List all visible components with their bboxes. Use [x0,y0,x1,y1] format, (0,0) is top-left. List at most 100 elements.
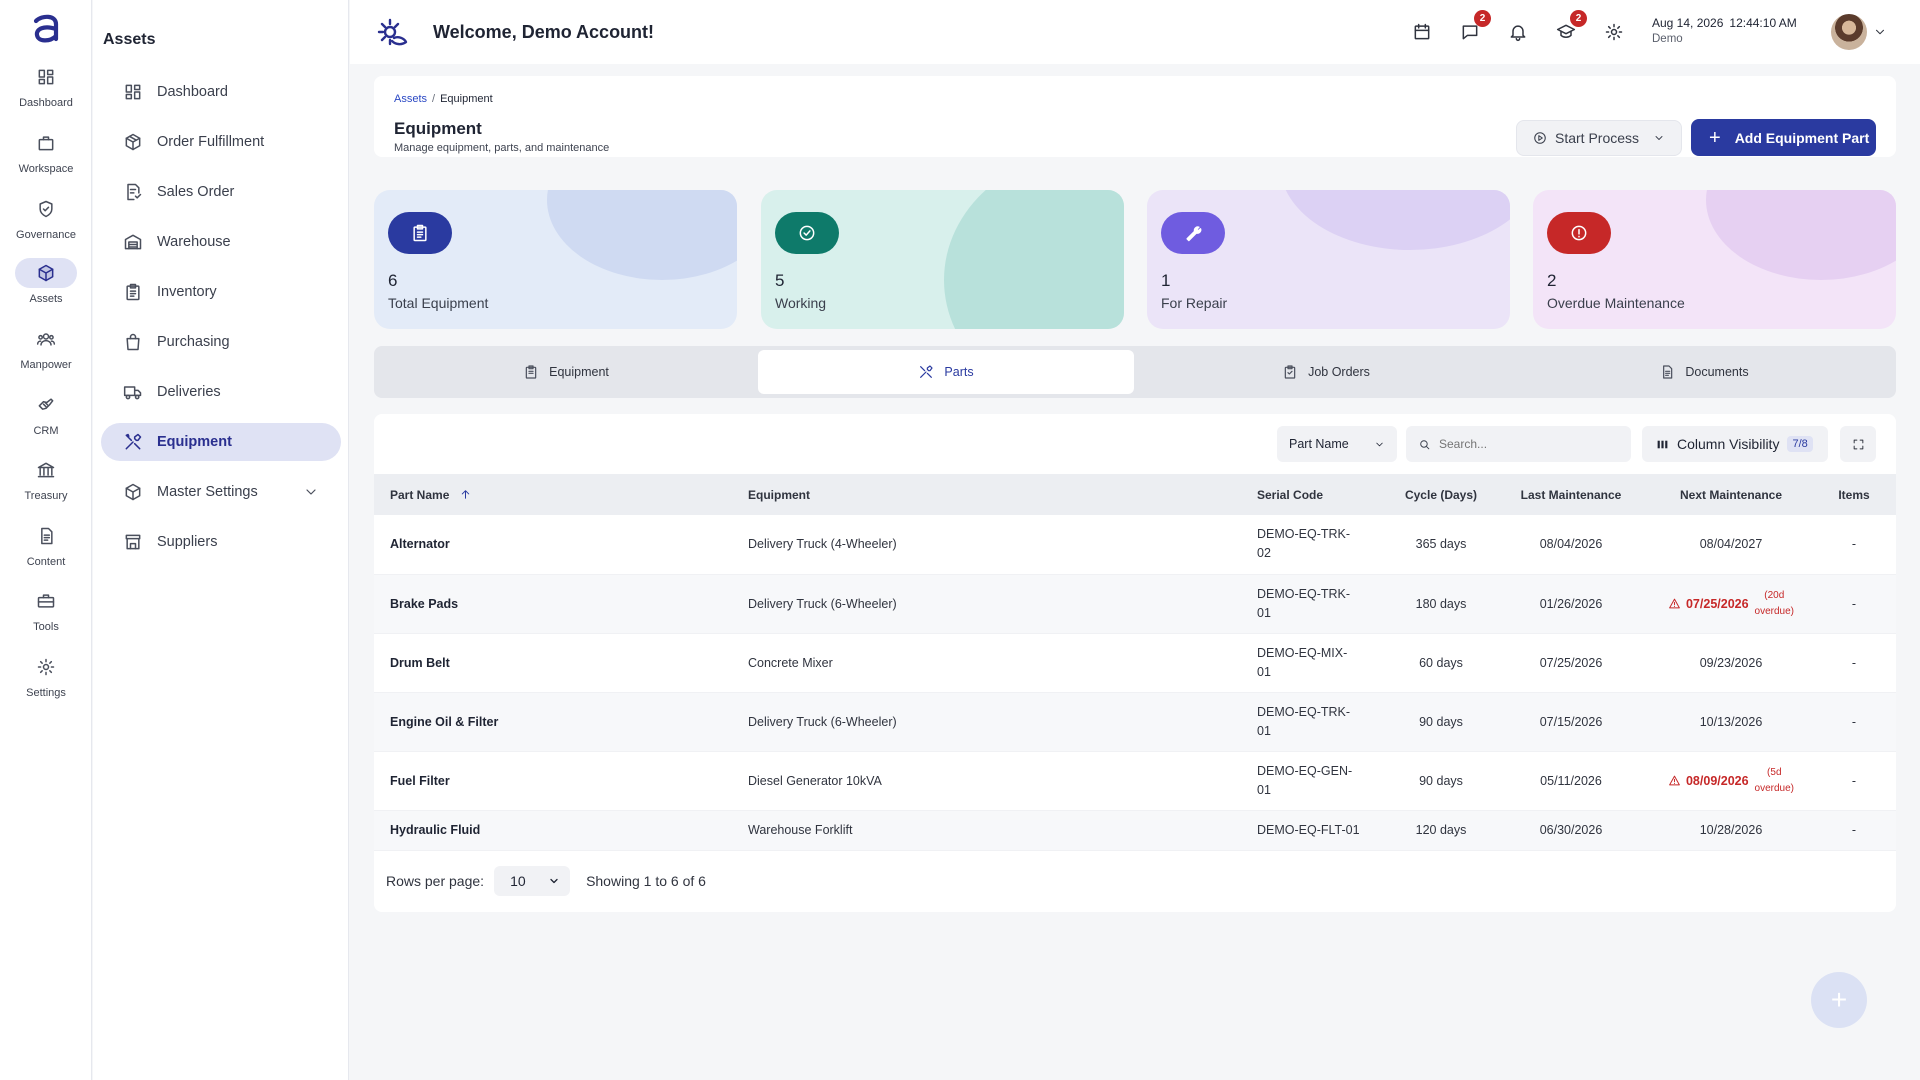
sidebar-item-label: Equipment [157,434,232,450]
fullscreen-button[interactable] [1840,426,1876,462]
breadcrumb-link-assets[interactable]: Assets [394,93,427,105]
bank-icon [37,462,55,478]
table-row[interactable]: Brake Pads Delivery Truck (6-Wheeler) DE… [374,574,1896,633]
cell-cycle: 180 days [1415,596,1467,611]
floating-add-button[interactable]: + [1811,972,1867,1028]
cell-next-maintenance: 09/23/2026 [1699,655,1763,670]
column-visibility-button[interactable]: Column Visibility 7/8 [1642,426,1828,462]
warning-triangle-icon [1669,775,1680,786]
rail-item-label: Manpower [20,359,72,371]
sidebar-item-label: Dashboard [157,84,228,100]
current-datetime: Aug 14, 2026 12:44:10 AM Demo [1652,16,1797,45]
stat-card-overdue-maintenance: 2 Overdue Maintenance [1533,190,1896,329]
page-subtitle: Manage equipment, parts, and maintenance [394,142,610,154]
rail-item-label: CRM [33,425,59,437]
sidebar-item-suppliers[interactable]: Suppliers [101,523,341,561]
column-header-next-maintenance[interactable]: Next Maintenance [1650,474,1812,515]
column-header-items[interactable]: Items [1812,474,1896,515]
rail-item-crm[interactable]: CRM [0,390,92,450]
sidebar-item-equipment[interactable]: Equipment [101,423,341,461]
cell-cycle: 90 days [1419,773,1463,788]
column-header-equipment[interactable]: Equipment [748,474,1257,515]
people-icon [36,333,56,346]
cell-equipment: Warehouse Forklift [748,823,853,837]
tab-equipment[interactable]: Equipment [378,350,754,394]
wrench-icon [1161,212,1225,254]
filter-field-select[interactable]: Part Name [1277,426,1397,462]
rail-item-governance[interactable]: Governance [0,194,92,254]
filter-field-value: Part Name [1289,437,1349,451]
cell-part-name: Drum Belt [390,655,450,670]
column-visibility-label: Column Visibility [1677,436,1780,452]
settings-button[interactable] [1602,20,1626,44]
overdue-note: (20d overdue) [1754,589,1795,617]
sidebar-item-order-fulfillment[interactable]: Order Fulfillment [101,123,341,161]
sidebar-item-label: Suppliers [157,534,218,550]
tab-documents[interactable]: Documents [1516,350,1892,394]
stat-value: 5 [775,271,785,290]
rail-item-manpower[interactable]: Manpower [0,324,92,384]
table-row[interactable]: Engine Oil & Filter Delivery Truck (6-Wh… [374,692,1896,751]
warning-triangle-icon [1669,598,1680,609]
expand-icon [1853,439,1863,449]
column-header-last-maintenance[interactable]: Last Maintenance [1492,474,1650,515]
column-header-serial-code[interactable]: Serial Code [1257,474,1390,515]
search-input[interactable] [1439,437,1619,451]
app-logo-icon[interactable] [28,12,64,48]
cell-last-maintenance: 07/25/2026 [1539,655,1603,670]
stat-label: For Repair [1161,295,1228,311]
rail-item-label: Workspace [18,163,74,175]
breadcrumb-current: Equipment [440,93,493,105]
calendar-button[interactable] [1410,20,1434,44]
column-header-cycle[interactable]: Cycle (Days) [1390,474,1492,515]
cell-cycle: 90 days [1419,714,1463,729]
rail-item-treasury[interactable]: Treasury [0,455,92,515]
sidebar-item-inventory[interactable]: Inventory [101,273,341,311]
current-date: Aug 14, 2026 [1652,16,1724,30]
tab-parts[interactable]: Parts [758,350,1134,394]
rail-item-tools[interactable]: Tools [0,586,92,646]
table-row[interactable]: Fuel Filter Diesel Generator 10kVA DEMO-… [374,751,1896,810]
cell-next-maintenance: 07/25/2026 (20d overdue) [1650,574,1812,633]
stat-value: 1 [1161,271,1171,290]
start-process-button[interactable]: Start Process [1516,120,1682,156]
rail-item-assets[interactable]: Assets [0,258,92,318]
sidebar-item-deliveries[interactable]: Deliveries [101,373,341,411]
notifications-button[interactable] [1506,20,1530,44]
rail-item-content[interactable]: Content [0,521,92,581]
table-row[interactable]: Alternator Delivery Truck (4-Wheeler) DE… [374,515,1896,574]
messages-button[interactable]: 2 [1458,10,1491,44]
table-row[interactable]: Drum Belt Concrete Mixer DEMO-EQ-MIX- 01 … [374,633,1896,692]
sidebar-item-dashboard[interactable]: Dashboard [101,73,341,111]
breadcrumb-separator: / [432,93,436,105]
column-header-part-name[interactable]: Part Name [374,474,748,515]
alert-circle-icon [1547,212,1611,254]
tab-job-orders[interactable]: Job Orders [1138,350,1514,394]
truck-icon [123,386,142,400]
page-title: Equipment [394,119,482,138]
tools-icon [125,433,142,450]
rows-per-page-select[interactable]: 10 [494,866,571,896]
stat-label: Working [775,295,827,311]
rail-item-dashboard[interactable]: Dashboard [0,62,92,122]
cell-last-maintenance: 06/30/2026 [1539,823,1603,837]
training-button[interactable]: 2 [1554,10,1587,44]
chevron-down-icon [550,878,558,884]
user-avatar[interactable] [1831,14,1867,50]
sidebar-item-warehouse[interactable]: Warehouse [101,223,341,261]
table-row[interactable]: Hydraulic Fluid Warehouse Forklift DEMO-… [374,810,1896,850]
messages-badge: 2 [1474,10,1491,27]
cell-serial-code: DEMO-EQ-FLT-01 [1257,822,1360,837]
sidebar-item-label: Order Fulfillment [157,134,265,150]
account-subtitle: Demo [1652,33,1683,45]
add-equipment-part-button[interactable]: + Add Equipment Part [1691,119,1876,156]
rail-item-workspace[interactable]: Workspace [0,128,92,188]
chevron-down-icon[interactable] [1873,25,1887,39]
cell-cycle: 365 days [1415,537,1467,552]
page-header-card: Assets / Equipment Equipment Manage equipm… [374,76,1896,157]
sidebar-item-purchasing[interactable]: Purchasing [101,323,341,361]
overdue-note: (5d overdue) [1754,766,1795,794]
sidebar-item-sales-order[interactable]: Sales Order [101,173,341,211]
sidebar-item-master-settings[interactable]: Master Settings [101,473,341,511]
rail-item-settings[interactable]: Settings [0,652,92,712]
